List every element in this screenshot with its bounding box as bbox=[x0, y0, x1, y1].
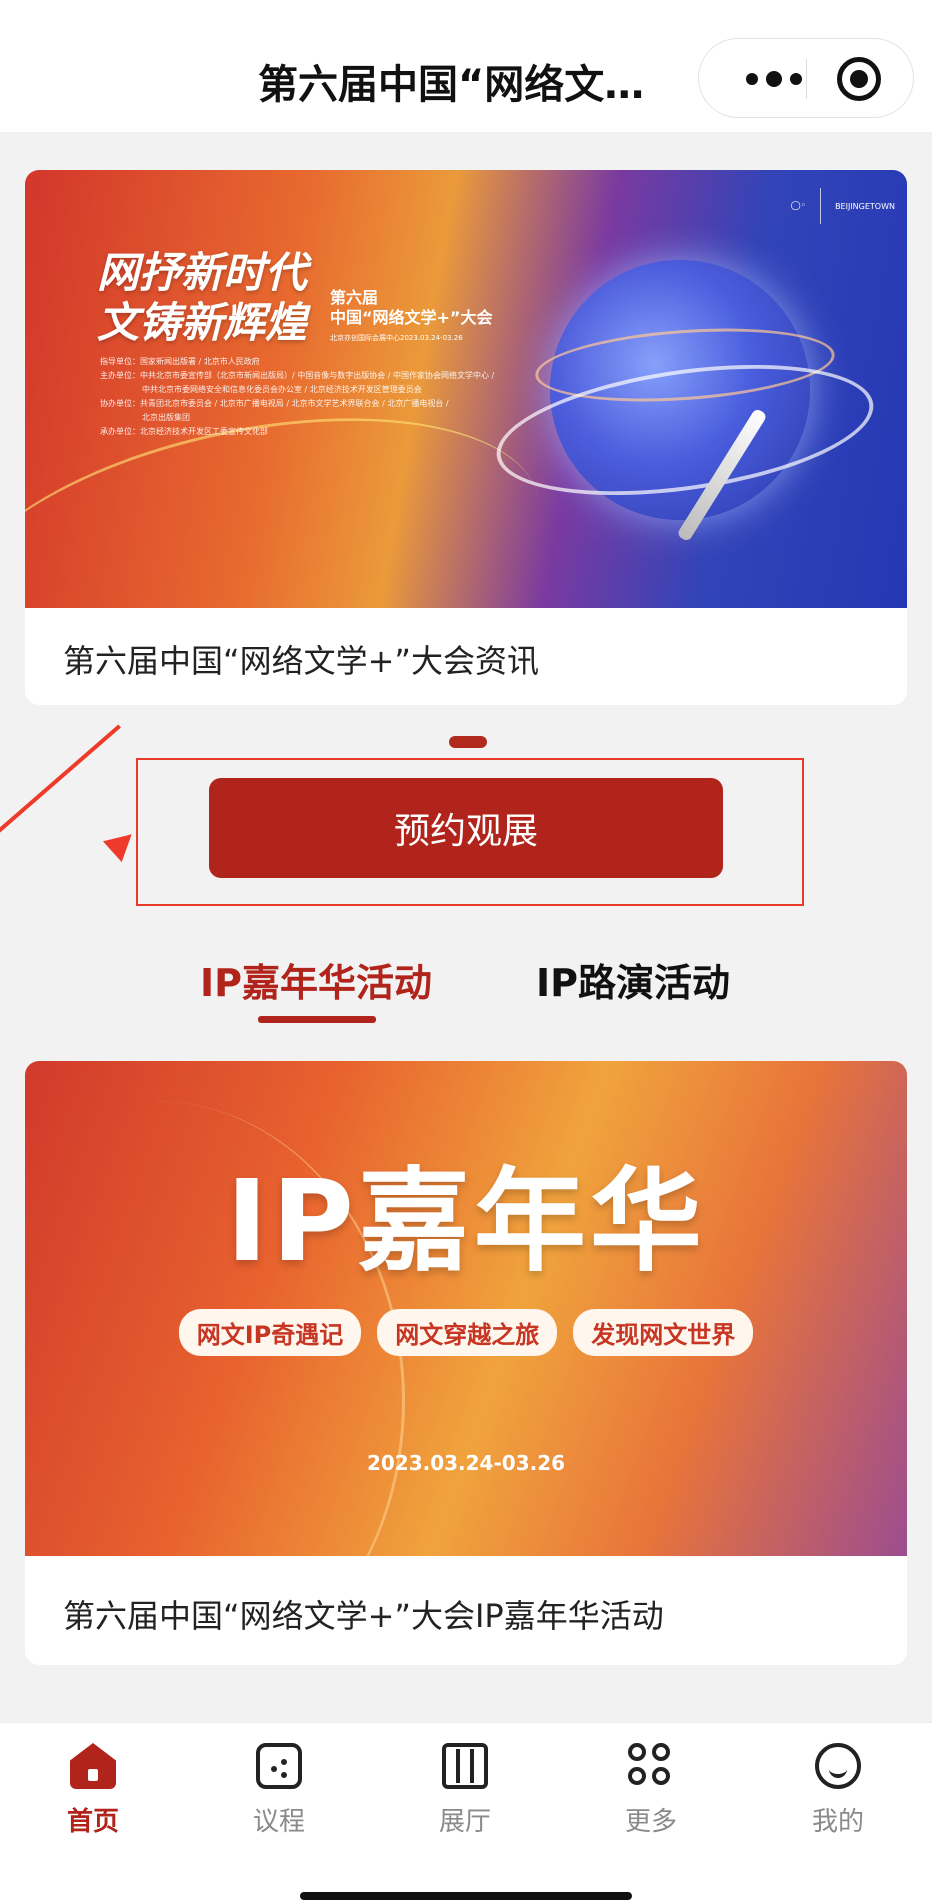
carnival-pill: 网文穿越之旅 bbox=[377, 1309, 558, 1356]
home-indicator bbox=[300, 1892, 632, 1900]
organizer-line: 主办单位：中共北京市委宣传部（北京市新闻出版局）/ 中国音像与数字出版协会 / … bbox=[100, 371, 495, 380]
nav-label: 我的 bbox=[811, 1807, 864, 1837]
carnival-banner-image: IP嘉年华 网文IP奇遇记 网文穿越之旅 发现网文世界 2023.03.24-0… bbox=[25, 1061, 907, 1556]
dot-icon bbox=[790, 73, 802, 85]
close-miniprogram-icon[interactable] bbox=[837, 57, 881, 101]
nav-label: 展厅 bbox=[438, 1807, 491, 1837]
tab-ip-carnival[interactable]: IP嘉年华活动 bbox=[200, 952, 432, 1007]
dot-icon bbox=[271, 1766, 277, 1772]
nav-item-home[interactable]: 首页 bbox=[33, 1743, 153, 1838]
carnival-banner-title: IP嘉年华 bbox=[226, 1157, 706, 1287]
bottom-tab-bar: 首页 议程 展厅 更多 我的 bbox=[0, 1722, 932, 1900]
carnival-card-caption: 第六届中国“网络文学+”大会IP嘉年华活动 bbox=[63, 1597, 664, 1635]
organizer-line: 北京出版集团 bbox=[142, 413, 190, 422]
carnival-card[interactable]: IP嘉年华 网文IP奇遇记 网文穿越之旅 发现网文世界 2023.03.24-0… bbox=[25, 1061, 907, 1665]
conference-logo-icon: ◯◦ bbox=[790, 201, 807, 211]
banner-edition: 第六届 中国“网络文学+”大会 北京亦创国际会展中心2023.03.24-03.… bbox=[330, 288, 492, 348]
edition-label: 第六届 bbox=[330, 288, 379, 307]
organizer-list: 指导单位：国家新闻出版署 / 北京市人民政府 主办单位：中共北京市委宣传部（北京… bbox=[100, 355, 494, 439]
beijing-etown-logo: BEIJINGETOWN bbox=[835, 201, 895, 211]
more-options-button[interactable] bbox=[731, 61, 817, 97]
banner-logos: ◯◦ BEIJINGETOWN bbox=[791, 188, 895, 224]
nav-item-more[interactable]: 更多 bbox=[591, 1743, 711, 1838]
more-grid-icon bbox=[628, 1743, 674, 1789]
capsule-menu bbox=[698, 38, 914, 118]
nav-item-agenda[interactable]: 议程 bbox=[219, 1743, 339, 1838]
annotation-arrow-line bbox=[0, 724, 121, 840]
hall-icon bbox=[442, 1743, 488, 1789]
conference-name: 中国“网络文学+”大会 bbox=[330, 308, 493, 327]
agenda-icon bbox=[256, 1743, 302, 1789]
profile-icon bbox=[815, 1743, 861, 1789]
carnival-date: 2023.03.24-03.26 bbox=[366, 1451, 566, 1475]
organizer-line: 指导单位：国家新闻出版署 / 北京市人民政府 bbox=[100, 357, 260, 366]
venue-date: 北京亦创国际会展中心2023.03.24-03.26 bbox=[330, 334, 463, 342]
dot-icon bbox=[281, 1772, 287, 1778]
organizer-line: 协办单位：共青团北京市委员会 / 北京市广播电视局 / 北京市文学艺术界联合会 … bbox=[100, 399, 449, 408]
nav-item-profile[interactable]: 我的 bbox=[778, 1743, 898, 1838]
tab-ip-roadshow[interactable]: IP路演活动 bbox=[536, 952, 730, 1007]
carnival-pills: 网文IP奇遇记 网文穿越之旅 发现网文世界 bbox=[25, 1309, 907, 1356]
carousel-indicator bbox=[449, 736, 487, 748]
capsule-divider bbox=[806, 59, 807, 99]
news-card-caption: 第六届中国“网络文学+”大会资讯 bbox=[63, 642, 539, 680]
dot-icon bbox=[766, 71, 782, 87]
reserve-visit-button[interactable]: 预约观展 bbox=[209, 778, 723, 878]
active-tab-indicator bbox=[258, 1016, 376, 1023]
carnival-pill: 发现网文世界 bbox=[573, 1309, 754, 1356]
organizer-line: 中共北京市委网络安全和信息化委员会办公室 / 北京经济技术开发区管理委员会 bbox=[142, 385, 422, 394]
slogan-line: 文铸新辉煌 bbox=[97, 298, 308, 347]
page-title: 第六届中国“网络文… bbox=[258, 62, 645, 108]
news-card[interactable]: 网抒新时代 文铸新辉煌 第六届 中国“网络文学+”大会 北京亦创国际会展中心20… bbox=[25, 170, 907, 705]
dot-icon bbox=[746, 73, 758, 85]
carnival-pill: 网文IP奇遇记 bbox=[178, 1309, 362, 1356]
home-icon bbox=[70, 1743, 116, 1789]
organizer-line: 承办单位：北京经济技术开发区工委宣传文化部 bbox=[100, 427, 268, 436]
nav-label: 更多 bbox=[624, 1807, 677, 1837]
banner-slogan: 网抒新时代 文铸新辉煌 bbox=[97, 248, 307, 348]
nav-item-hall[interactable]: 展厅 bbox=[405, 1743, 525, 1838]
conference-banner-image: 网抒新时代 文铸新辉煌 第六届 中国“网络文学+”大会 北京亦创国际会展中心20… bbox=[25, 170, 907, 608]
nav-label: 首页 bbox=[66, 1807, 119, 1837]
logo-divider bbox=[820, 188, 822, 224]
mini-program-header: 第六届中国“网络文… bbox=[0, 0, 932, 132]
dot-icon bbox=[281, 1759, 287, 1765]
slogan-line: 网抒新时代 bbox=[97, 248, 308, 297]
nav-label: 议程 bbox=[252, 1807, 305, 1837]
